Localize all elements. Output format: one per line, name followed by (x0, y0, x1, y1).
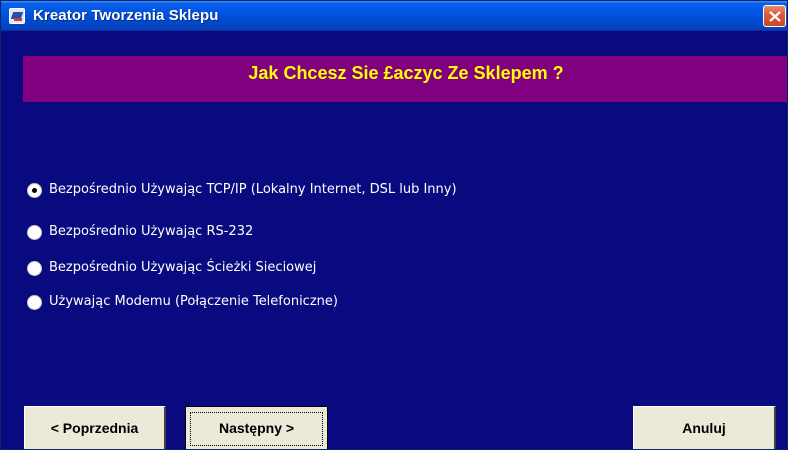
app-icon[interactable] (9, 8, 25, 24)
close-icon (769, 11, 781, 22)
next-button[interactable]: Następny > (185, 406, 328, 449)
window-title: Kreator Tworzenia Sklepu (33, 7, 219, 24)
cancel-button[interactable]: Anuluj (633, 406, 776, 449)
header-title: Jak Chcesz Sie £aczyc Ze Sklepem ? (248, 63, 564, 83)
wizard-window: Kreator Tworzenia Sklepu Jak Chcesz Sie … (0, 0, 788, 450)
radio-button[interactable] (27, 261, 42, 276)
previous-button-label: < Poprzednia (50, 420, 139, 436)
radio-button[interactable] (27, 225, 42, 240)
close-button[interactable] (763, 5, 786, 27)
option-label[interactable]: Bezpośrednio Używając TCP/IP (Lokalny In… (49, 182, 457, 197)
cancel-button-label: Anuluj (682, 420, 726, 436)
radio-button[interactable] (27, 183, 42, 198)
previous-button[interactable]: < Poprzednia (24, 406, 166, 449)
focus-ring (190, 412, 323, 446)
option-label[interactable]: Bezpośrednio Używając RS-232 (49, 224, 253, 239)
option-label[interactable]: Bezpośrednio Używając Ścieżki Sieciowej (49, 260, 316, 275)
option-label[interactable]: Używając Modemu (Połączenie Telefoniczne… (49, 294, 338, 309)
title-bar[interactable]: Kreator Tworzenia Sklepu (1, 1, 787, 31)
header-banner: Jak Chcesz Sie £aczyc Ze Sklepem ? (23, 56, 787, 102)
radio-button[interactable] (27, 295, 42, 310)
